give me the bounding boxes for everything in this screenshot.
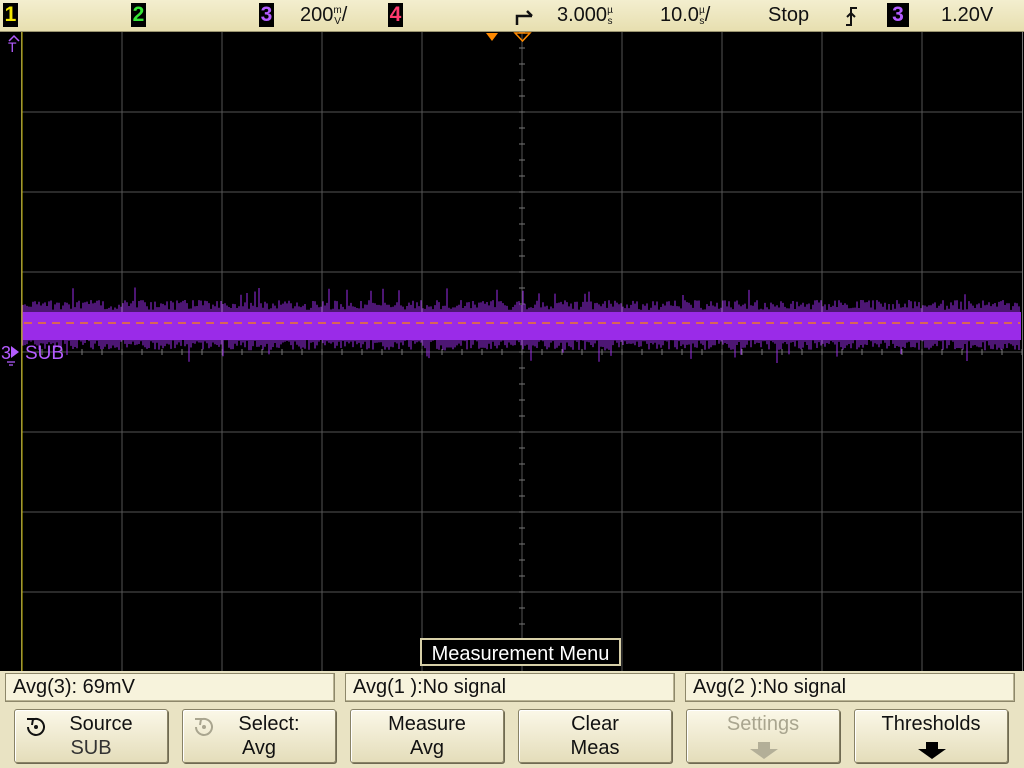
menu-title: Measurement Menu (420, 638, 621, 666)
measurement-3: Avg(2 ):No signal (685, 673, 1015, 702)
thresholds-softkey[interactable]: Thresholds (854, 709, 1008, 763)
run-state: Stop (768, 4, 810, 26)
clear-softkey-label: Clear (571, 713, 619, 735)
settings-softkey[interactable]: Settings (686, 709, 840, 763)
channel-3-ground-label: 3 (1, 343, 11, 363)
status-bar: 1 2 3 200 m V/ 4 3.000 µ s 10.0 µ s / Stop 3 1.… (0, 0, 1024, 32)
rising-edge-trigger-icon (846, 7, 857, 26)
measurement-2: Avg(1 ):No signal (345, 673, 675, 702)
select-softkey[interactable]: Select: Avg (182, 709, 336, 763)
select-softkey-label: Select: (238, 713, 300, 735)
clear-softkey-value: Meas (570, 737, 620, 759)
trigger-level: 1.20V (941, 4, 994, 26)
channel-2-indicator: 2 (131, 3, 146, 27)
measure-softkey-label: Measure (388, 713, 466, 735)
channel-3-name: SUB (25, 343, 64, 364)
arrow-down-icon (750, 742, 778, 759)
arrow-down-icon (918, 742, 946, 759)
select-softkey-value: Avg (241, 737, 277, 759)
trigger-source-indicator: 3 (887, 3, 909, 27)
trigger-delay-icon (515, 10, 533, 25)
thresholds-softkey-label: Thresholds (881, 713, 981, 735)
waveform-display: T 3 SUB (0, 32, 1024, 672)
channel-3-scale: 200 m V / (300, 4, 348, 27)
channel-3-indicator: 3 (259, 3, 274, 27)
timebase: 10.0 µ s / (660, 4, 711, 27)
measure-softkey[interactable]: Measure Avg (350, 709, 504, 763)
clear-meas-softkey[interactable]: Clear Meas (518, 709, 672, 763)
trigger-marker-label: T (8, 39, 17, 55)
source-softkey[interactable]: Source SUB (14, 709, 168, 763)
measurement-1: Avg(3): 69mV (5, 673, 335, 702)
channel-1-indicator: 1 (3, 3, 18, 27)
settings-softkey-label: Settings (726, 713, 800, 735)
trigger-delay: 3.000 µ s (557, 4, 613, 27)
channel-4-indicator: 4 (388, 3, 403, 27)
source-softkey-label: Source (69, 713, 133, 735)
source-softkey-value: SUB (70, 737, 112, 759)
measure-softkey-value: Avg (409, 737, 445, 759)
